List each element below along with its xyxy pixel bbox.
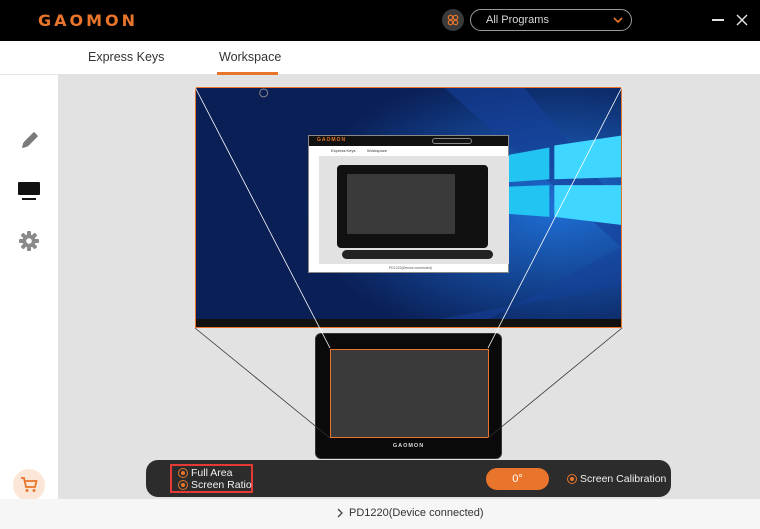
app-logo: GAOMON [38,11,139,30]
mini-tab-workspace: Workspace [367,148,387,153]
tab-express-keys[interactable]: Express Keys [88,50,164,64]
tablet-logo: GAOMON [392,443,425,449]
minimize-button[interactable] [712,19,724,21]
apps-grid-button[interactable] [442,9,464,31]
title-bar: GAOMON All Programs [0,0,760,41]
mini-workspace [319,156,509,264]
monitor-icon[interactable] [17,179,41,203]
chevron-down-icon [613,17,623,24]
tab-workspace[interactable]: Workspace [219,50,281,64]
grid-icon [447,14,459,26]
device-status-text: PD1220(Device connected) [349,507,484,519]
mini-logo: GAOMON [317,137,347,143]
mini-control-bar [342,250,493,259]
rotation-button[interactable]: 0° [486,468,549,490]
gear-icon[interactable] [17,229,41,253]
desktop-taskbar [196,319,621,327]
mini-tablet [337,165,488,248]
screen-ratio-radio[interactable] [178,480,188,490]
mini-title-bar: GAOMON [309,136,508,146]
tab-bar: Express Keys Workspace [0,41,760,75]
full-area-label[interactable]: Full Area [191,467,232,479]
shop-button[interactable] [13,469,45,501]
sidebar [0,75,58,529]
screen-area-preview[interactable]: GAOMON Express Keys Workspace PD1220(Dev… [195,87,622,328]
pen-icon[interactable] [17,129,41,153]
cart-icon [21,477,38,492]
screen-calibration-radio[interactable] [567,474,577,484]
chevron-right-icon[interactable] [336,508,344,518]
screen-calibration-label[interactable]: Screen Calibration [580,473,666,485]
mini-tab-express-keys: Express Keys [331,148,356,153]
mini-status-text: PD1220(Device connected) [389,266,432,270]
mini-app-window: GAOMON Express Keys Workspace PD1220(Dev… [308,135,509,273]
close-icon[interactable] [734,12,750,28]
screen-ratio-label[interactable]: Screen Ratio [191,479,252,491]
status-bar: PD1220(Device connected) [0,499,760,529]
mini-program-select [432,138,472,144]
mini-tablet-screen [347,174,455,234]
program-select[interactable]: All Programs [470,9,632,31]
program-select-label: All Programs [486,14,549,26]
full-area-radio[interactable] [178,468,188,478]
tablet-active-area[interactable] [330,349,489,438]
tablet-preview: GAOMON [315,333,502,459]
